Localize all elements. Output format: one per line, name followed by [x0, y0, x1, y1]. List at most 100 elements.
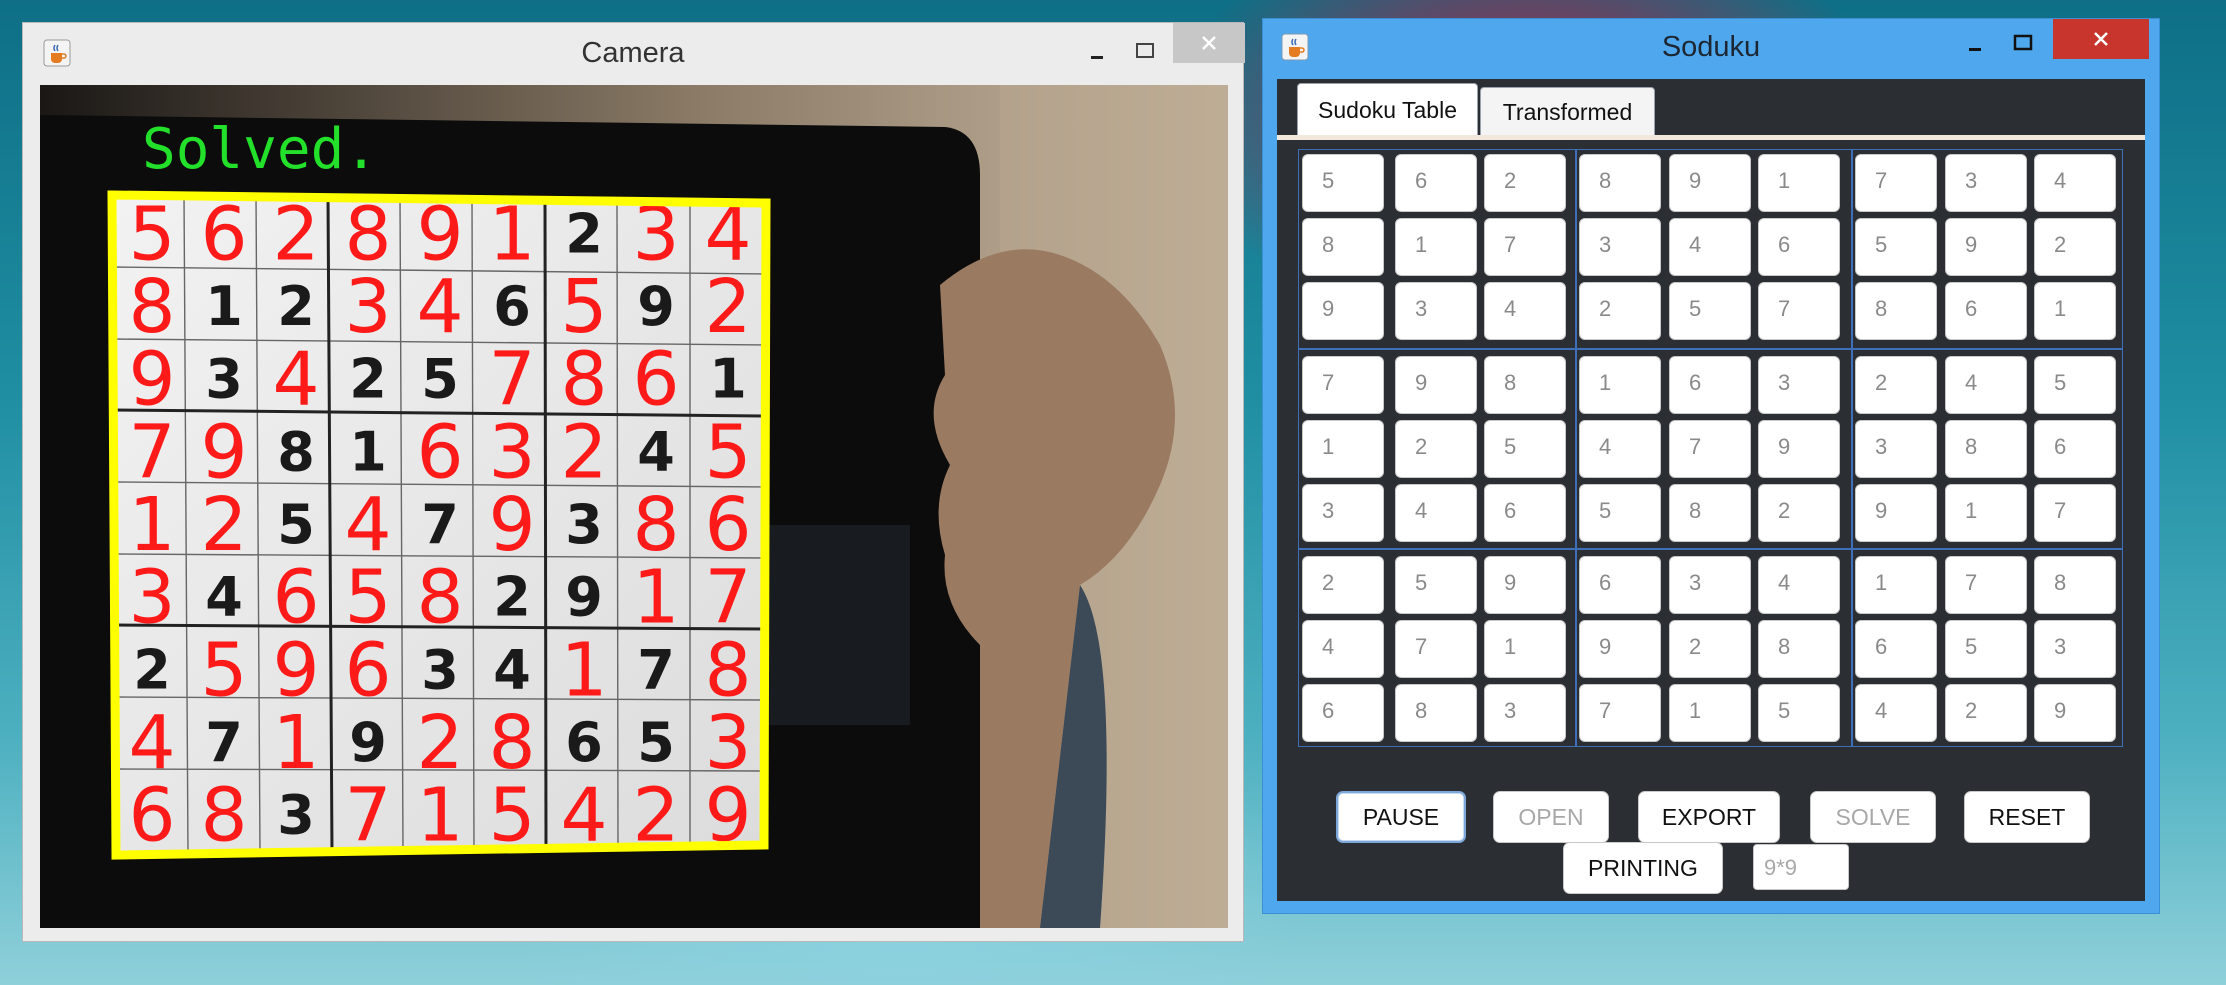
sudoku-cell-r1c1[interactable]: 5 — [1302, 154, 1384, 212]
sudoku-cell-r2c2[interactable]: 1 — [1395, 218, 1477, 276]
sudoku-cell-r8c7[interactable]: 6 — [1855, 620, 1937, 678]
sudoku-cell-r4c4[interactable]: 1 — [1579, 356, 1661, 414]
sudoku-cell-r5c6[interactable]: 9 — [1758, 420, 1840, 478]
sudoku-cell-r8c3[interactable]: 1 — [1484, 620, 1566, 678]
sudoku-cell-r5c3[interactable]: 5 — [1484, 420, 1566, 478]
close-icon[interactable] — [2053, 19, 2149, 59]
sudoku-cell-r9c7[interactable]: 4 — [1855, 684, 1937, 742]
solution-digit: 1 — [560, 627, 607, 713]
sudoku-cell-r1c9[interactable]: 4 — [2034, 154, 2116, 212]
soduku-titlebar[interactable]: Soduku — [1263, 19, 2159, 77]
sudoku-cell-r4c8[interactable]: 4 — [1945, 356, 2027, 414]
sudoku-cell-r2c5[interactable]: 4 — [1669, 218, 1751, 276]
sudoku-cell-r8c5[interactable]: 2 — [1669, 620, 1751, 678]
tab-transformed[interactable]: Transformed — [1480, 87, 1655, 137]
sudoku-cell-r4c2[interactable]: 9 — [1395, 356, 1477, 414]
sudoku-cell-r1c7[interactable]: 7 — [1855, 154, 1937, 212]
sudoku-cell-r2c6[interactable]: 6 — [1758, 218, 1840, 276]
sudoku-cell-r5c8[interactable]: 8 — [1945, 420, 2027, 478]
sudoku-cell-r2c1[interactable]: 8 — [1302, 218, 1384, 276]
sudoku-cell-r4c9[interactable]: 5 — [2034, 356, 2116, 414]
sudoku-cell-r9c4[interactable]: 7 — [1579, 684, 1661, 742]
sudoku-cell-r5c7[interactable]: 3 — [1855, 420, 1937, 478]
sudoku-cell-r1c3[interactable]: 2 — [1484, 154, 1566, 212]
pause-button[interactable]: PAUSE — [1336, 791, 1466, 843]
sudoku-cell-r2c4[interactable]: 3 — [1579, 218, 1661, 276]
sudoku-cell-r3c2[interactable]: 3 — [1395, 282, 1477, 340]
maximize-icon[interactable] — [1123, 33, 1167, 69]
sudoku-cell-r2c3[interactable]: 7 — [1484, 218, 1566, 276]
sudoku-cell-r5c1[interactable]: 1 — [1302, 420, 1384, 478]
printing-button[interactable]: PRINTING — [1563, 842, 1723, 894]
sudoku-cell-r4c1[interactable]: 7 — [1302, 356, 1384, 414]
sudoku-cell-r8c8[interactable]: 5 — [1945, 620, 2027, 678]
sudoku-cell-r2c8[interactable]: 9 — [1945, 218, 2027, 276]
minimize-icon[interactable] — [1075, 37, 1119, 73]
sudoku-cell-r6c6[interactable]: 2 — [1758, 484, 1840, 542]
sudoku-cell-r7c6[interactable]: 4 — [1758, 556, 1840, 614]
minimize-icon[interactable] — [1953, 29, 1997, 65]
sudoku-cell-r5c5[interactable]: 7 — [1669, 420, 1751, 478]
sudoku-cell-r3c1[interactable]: 9 — [1302, 282, 1384, 340]
sudoku-cell-r8c9[interactable]: 3 — [2034, 620, 2116, 678]
sudoku-cell-r7c1[interactable]: 2 — [1302, 556, 1384, 614]
solve-button[interactable]: SOLVE — [1810, 791, 1936, 843]
sudoku-cell-r7c8[interactable]: 7 — [1945, 556, 2027, 614]
sudoku-cell-r7c2[interactable]: 5 — [1395, 556, 1477, 614]
sudoku-cell-r9c8[interactable]: 2 — [1945, 684, 2027, 742]
tab-sudoku-table[interactable]: Sudoku Table — [1297, 83, 1478, 137]
sudoku-cell-r8c2[interactable]: 7 — [1395, 620, 1477, 678]
sudoku-cell-r9c3[interactable]: 3 — [1484, 684, 1566, 742]
sudoku-cell-r6c8[interactable]: 1 — [1945, 484, 2027, 542]
sudoku-cell-r1c2[interactable]: 6 — [1395, 154, 1477, 212]
open-button[interactable]: OPEN — [1493, 791, 1609, 843]
close-icon[interactable] — [1173, 23, 1245, 63]
sudoku-cell-r3c4[interactable]: 2 — [1579, 282, 1661, 340]
solution-digit: 2 — [560, 409, 607, 495]
sudoku-cell-r3c7[interactable]: 8 — [1855, 282, 1937, 340]
sudoku-cell-r9c6[interactable]: 5 — [1758, 684, 1840, 742]
sudoku-cell-r9c5[interactable]: 1 — [1669, 684, 1751, 742]
sudoku-cell-r6c4[interactable]: 5 — [1579, 484, 1661, 542]
sudoku-cell-r1c8[interactable]: 3 — [1945, 154, 2027, 212]
sudoku-cell-r6c5[interactable]: 8 — [1669, 484, 1751, 542]
sudoku-cell-r5c9[interactable]: 6 — [2034, 420, 2116, 478]
sudoku-cell-r5c4[interactable]: 4 — [1579, 420, 1661, 478]
sudoku-cell-r3c5[interactable]: 5 — [1669, 282, 1751, 340]
sudoku-cell-r7c9[interactable]: 8 — [2034, 556, 2116, 614]
sudoku-cell-r9c1[interactable]: 6 — [1302, 684, 1384, 742]
sudoku-cell-r6c9[interactable]: 7 — [2034, 484, 2116, 542]
sudoku-cell-r6c3[interactable]: 6 — [1484, 484, 1566, 542]
sudoku-cell-r7c7[interactable]: 1 — [1855, 556, 1937, 614]
sudoku-cell-r7c3[interactable]: 9 — [1484, 556, 1566, 614]
sudoku-cell-r8c6[interactable]: 8 — [1758, 620, 1840, 678]
sudoku-cell-r1c6[interactable]: 1 — [1758, 154, 1840, 212]
sudoku-cell-r6c7[interactable]: 9 — [1855, 484, 1937, 542]
maximize-icon[interactable] — [2001, 25, 2045, 61]
sudoku-cell-r3c3[interactable]: 4 — [1484, 282, 1566, 340]
sudoku-cell-r6c2[interactable]: 4 — [1395, 484, 1477, 542]
sudoku-cell-r9c2[interactable]: 8 — [1395, 684, 1477, 742]
sudoku-cell-r4c3[interactable]: 8 — [1484, 356, 1566, 414]
sudoku-cell-r5c2[interactable]: 2 — [1395, 420, 1477, 478]
sudoku-cell-r2c7[interactable]: 5 — [1855, 218, 1937, 276]
sudoku-cell-r7c4[interactable]: 6 — [1579, 556, 1661, 614]
sudoku-cell-r3c9[interactable]: 1 — [2034, 282, 2116, 340]
sudoku-cell-r8c4[interactable]: 9 — [1579, 620, 1661, 678]
sudoku-cell-r4c6[interactable]: 3 — [1758, 356, 1840, 414]
sudoku-cell-r1c5[interactable]: 9 — [1669, 154, 1751, 212]
sudoku-cell-r7c5[interactable]: 3 — [1669, 556, 1751, 614]
sudoku-cell-r6c1[interactable]: 3 — [1302, 484, 1384, 542]
sudoku-cell-r9c9[interactable]: 9 — [2034, 684, 2116, 742]
sudoku-cell-r4c7[interactable]: 2 — [1855, 356, 1937, 414]
sudoku-cell-r4c5[interactable]: 6 — [1669, 356, 1751, 414]
reset-button[interactable]: RESET — [1964, 791, 2090, 843]
sudoku-cell-r2c9[interactable]: 2 — [2034, 218, 2116, 276]
sudoku-cell-r8c1[interactable]: 4 — [1302, 620, 1384, 678]
export-button[interactable]: EXPORT — [1638, 791, 1780, 843]
sudoku-cell-r3c6[interactable]: 7 — [1758, 282, 1840, 340]
sudoku-cell-r1c4[interactable]: 8 — [1579, 154, 1661, 212]
sudoku-cell-r3c8[interactable]: 6 — [1945, 282, 2027, 340]
grid-size-field[interactable]: 9*9 — [1753, 844, 1849, 890]
camera-titlebar[interactable]: Camera — [23, 23, 1245, 85]
